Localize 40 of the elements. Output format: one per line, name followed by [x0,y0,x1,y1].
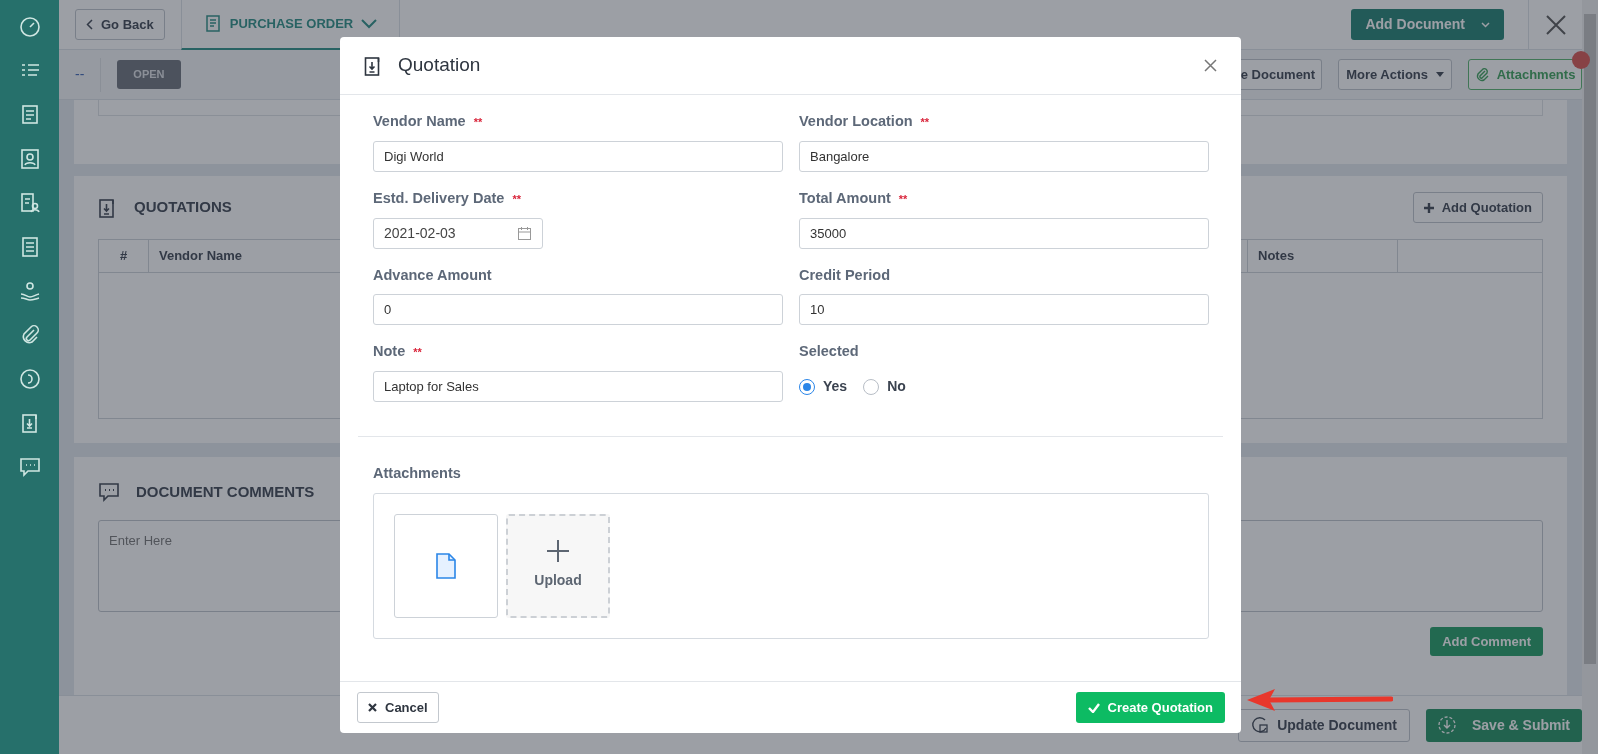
input-field[interactable]: 10 [799,294,1209,326]
input-field[interactable]: Laptop for Sales [373,371,783,402]
add-comment-button[interactable]: Add Comment [1430,626,1543,656]
upload-button[interactable]: Upload [506,513,610,618]
module-tab-label: PURCHASE ORDER [229,14,354,33]
attachments-button[interactable]: Attachments [1468,59,1582,90]
field-label: Note [373,343,406,360]
required-mark: ** [512,192,521,205]
save-submit-button[interactable]: Save & Submit [1425,708,1582,742]
input-field[interactable]: Digi World [373,140,783,172]
field-label: Vendor Location [799,113,913,129]
field-label: Vendor Name [373,113,466,129]
required-mark: ** [413,346,422,359]
required-mark: ** [898,192,908,205]
status-badge: OPEN [117,60,181,89]
cancel-button[interactable]: Cancel [357,692,439,723]
modal-title: Quotation [398,53,482,78]
back-button[interactable]: Go Back [75,9,165,40]
more-actions-button[interactable]: More Actions [1338,59,1452,90]
input-field[interactable]: 0 [373,294,783,326]
add-quotation-button[interactable]: Add Quotation [1412,192,1543,223]
required-mark: ** [473,116,483,128]
column-header: # [99,240,149,272]
section-label: Attachments [373,464,462,483]
add-document-button[interactable]: Add Document [1351,9,1504,40]
field-label: Estd. Delivery Date [373,189,505,206]
update-document-button[interactable]: Update Document [1238,708,1410,742]
dash-text: -- [75,65,85,84]
input-field[interactable]: Bangalore [799,140,1209,172]
section-title: QUOTATIONS [134,197,232,218]
radio-label: Yes [823,377,848,396]
create-quotation-button[interactable]: Create Quotation [1075,692,1225,723]
section-title: DOCUMENT COMMENTS [136,482,315,502]
input-field[interactable]: 35000 [799,217,1209,249]
column-header: Notes [1248,240,1398,272]
date-field[interactable]: 2021-02-03 [373,217,543,249]
field-label: Selected [799,343,859,360]
required-mark: ** [920,116,930,128]
field-label: Total Amount [799,189,891,206]
radio-label: No [887,377,906,396]
